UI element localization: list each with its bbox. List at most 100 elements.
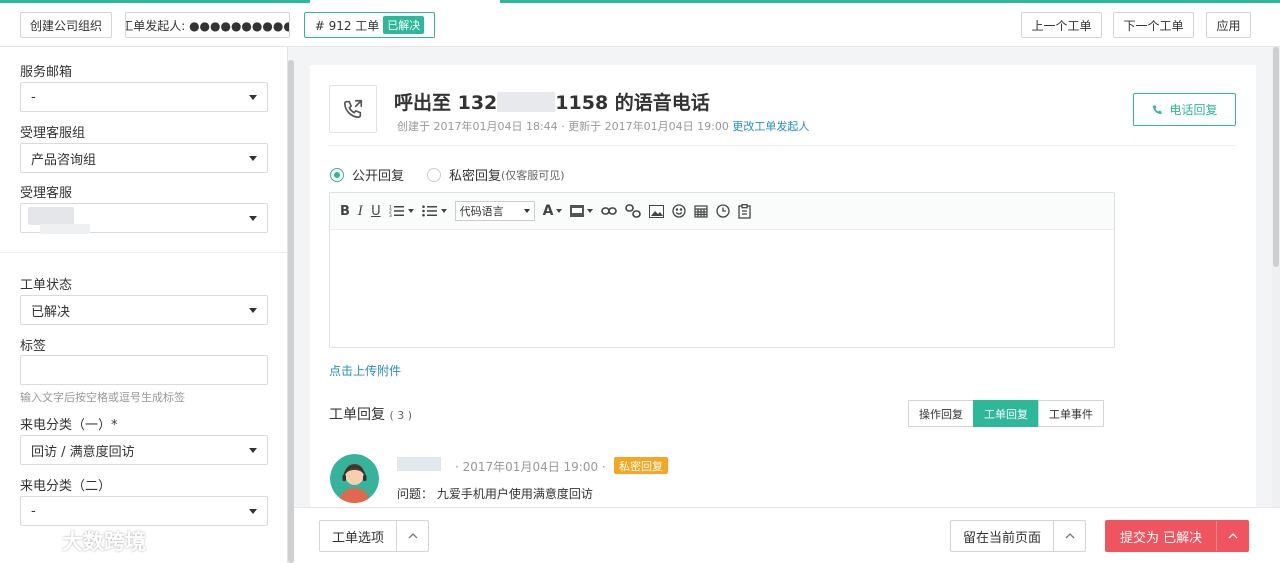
private-reply-radio[interactable]: 私密回复 (仅客服可见) [427, 165, 565, 184]
replies-title-label: 工单回复 [329, 407, 385, 423]
ticket-title-prefix: 呼出至 132 [394, 92, 498, 114]
watermark: 大数跨境 [8, 526, 146, 556]
card-divider [329, 145, 1236, 146]
ticket-options-dropup[interactable]: 工单选项 [319, 520, 430, 552]
font-color-label: A [542, 203, 554, 219]
tags-label: 标签 [20, 339, 47, 354]
agent-avatar-icon [330, 454, 379, 503]
private-reply-badge: 私密回复 [614, 457, 668, 474]
redacted-author-name [397, 457, 441, 471]
time-button[interactable] [716, 204, 731, 218]
top-toolbar: 创建公司组织 工单发起人: ●●●●●●●●●● # 912 工单 已解决 上一… [0, 3, 1280, 47]
chevron-up-icon[interactable] [1053, 521, 1085, 551]
italic-button[interactable]: I [358, 204, 363, 219]
ordered-list-button[interactable]: 123 [389, 204, 414, 218]
reply-editor[interactable]: B I U 123 代码语言 A [329, 192, 1115, 348]
background-color-button[interactable] [570, 205, 594, 217]
replies-count: ( 3 ) [389, 409, 413, 422]
after-submit-dropup[interactable]: 留在当前页面 [950, 520, 1087, 552]
image-button[interactable] [649, 204, 665, 218]
public-reply-radio[interactable]: 公开回复 [330, 165, 404, 184]
chevron-up-icon[interactable] [396, 521, 428, 551]
stay-on-page-label: 留在当前页面 [963, 530, 1042, 546]
ticket-title-suffix: 1158 的语音电话 [555, 92, 710, 114]
apply-button[interactable]: 应用 [1206, 12, 1251, 38]
link-button[interactable] [601, 205, 618, 217]
bullet-list-button[interactable] [421, 204, 447, 218]
font-color-button[interactable]: A [543, 203, 563, 219]
status-label: 工单状态 [20, 278, 73, 293]
category1-label: 来电分类（一）* [20, 418, 118, 433]
link-icon [601, 207, 618, 215]
editor-toolbar: B I U 123 代码语言 A [330, 193, 1114, 230]
created-time: 创建于 2017年01月04日 18:44 [397, 120, 558, 133]
category2-select[interactable]: - [20, 496, 268, 526]
service-mailbox-value: - [31, 89, 36, 105]
call-back-label: 电话回复 [1169, 103, 1218, 117]
phone-icon [1153, 105, 1162, 114]
submit-resolved-button[interactable]: 提交为 已解决 [1105, 520, 1250, 552]
tab-action-replies[interactable]: 操作回复 [908, 400, 974, 427]
agent-label: 受理客服 [20, 186, 73, 201]
bold-button[interactable]: B [340, 204, 350, 219]
template-button[interactable] [738, 203, 752, 219]
table-button[interactable] [694, 204, 709, 218]
ticket-meta: 创建于 2017年01月04日 18:44 · 更新于 2017年01月04日 … [397, 118, 809, 134]
agent-group-select[interactable]: 产品咨询组 [20, 143, 268, 173]
ordered-list-icon: 123 [389, 205, 404, 218]
replies-title: 工单回复 ( 3 ) [329, 404, 412, 424]
code-language-select[interactable]: 代码语言 [454, 201, 535, 221]
highlight-icon [570, 205, 585, 217]
bullet-list-icon [421, 205, 437, 217]
calendar-icon [694, 205, 709, 218]
main-scrollbar[interactable] [1272, 47, 1280, 507]
change-initiator-link[interactable]: 更改工单发起人 [732, 120, 809, 133]
public-reply-label: 公开回复 [352, 169, 405, 184]
ticket-id-chip[interactable]: # 912 工单 已解决 [304, 12, 435, 38]
code-language-value: 代码语言 [459, 205, 504, 218]
underline-button[interactable]: U [371, 204, 381, 219]
tab-ticket-events[interactable]: 工单事件 [1038, 400, 1104, 427]
radio-checked-icon [330, 167, 344, 182]
category2-value: - [31, 503, 36, 519]
category2-label: 来电分类（二） [20, 479, 112, 494]
watermark-text: 大数跨境 [62, 530, 146, 554]
upload-attachment-link[interactable]: 点击上传附件 [329, 362, 401, 379]
clock-icon [716, 204, 731, 218]
updated-time: · 更新于 2017年01月04日 19:00 [561, 120, 729, 133]
redacted-phone-digits [497, 92, 556, 112]
prev-ticket-button[interactable]: 上一个工单 [1021, 12, 1102, 38]
next-ticket-button[interactable]: 下一个工单 [1113, 12, 1194, 38]
caret-down-icon [249, 448, 257, 453]
service-mailbox-label: 服务邮箱 [20, 65, 73, 80]
reply-body: 问题： 九爱手机用户使用满意度回访 [397, 487, 593, 501]
reply-time: · 2017年01月04日 19:00 · [455, 460, 606, 474]
chevron-up-icon[interactable] [1216, 521, 1248, 551]
category1-select[interactable]: 回访 / 满意度回访 [20, 435, 268, 465]
ticket-initiator-button[interactable]: 工单发起人: ●●●●●●●●●● [125, 12, 290, 38]
ticket-status-badge: 已解决 [383, 16, 425, 34]
smiley-icon [672, 204, 687, 218]
ticket-id: # 912 工单 [314, 18, 380, 33]
svg-text:3: 3 [389, 213, 392, 218]
agent-group-label: 受理客服组 [20, 126, 86, 141]
status-value: 已解决 [31, 304, 71, 320]
service-mailbox-select[interactable]: - [20, 82, 268, 112]
caret-down-icon [249, 95, 257, 100]
caret-down-icon [249, 156, 257, 161]
emoji-button[interactable] [672, 204, 687, 218]
call-back-button[interactable]: 电话回复 [1133, 93, 1236, 126]
unlink-button[interactable] [625, 204, 642, 218]
tab-ticket-replies[interactable]: 工单回复 [973, 400, 1039, 427]
caret-down-icon [249, 509, 257, 514]
submit-label: 提交为 已解决 [1120, 530, 1203, 546]
ticket-title: 呼出至 132 1158 的语音电话 [394, 88, 710, 115]
outbound-call-icon [329, 85, 377, 133]
tags-hint: 输入文字后按空格或逗号生成标签 [20, 391, 185, 404]
status-select[interactable]: 已解决 [20, 295, 268, 325]
create-org-button[interactable]: 创建公司组织 [20, 12, 112, 38]
caret-down-icon [249, 216, 257, 221]
agent-group-value: 产品咨询组 [31, 152, 97, 168]
redacted-agent-name [28, 207, 74, 225]
tags-input[interactable] [20, 355, 268, 385]
